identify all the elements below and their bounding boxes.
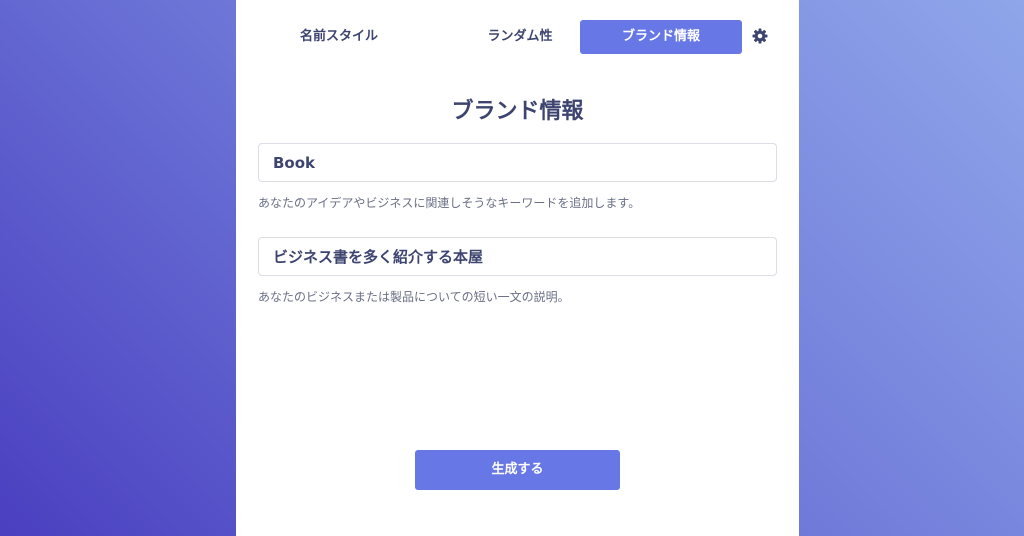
- page-title: ブランド情報: [451, 99, 584, 124]
- tab-brand-info[interactable]: ブランド情報: [580, 20, 742, 54]
- description-input[interactable]: [259, 238, 776, 275]
- description-help-text: あなたのビジネスまたは製品についての短い一文の説明。: [258, 290, 570, 304]
- tab-name-style[interactable]: 名前スタイル: [258, 20, 420, 54]
- keyword-input[interactable]: [259, 144, 776, 181]
- generate-button[interactable]: 生成する: [415, 450, 620, 490]
- gear-icon[interactable]: [752, 28, 768, 44]
- tab-bar: 名前スタイル ランダム性 ブランド情報: [258, 20, 778, 54]
- gear-icon-graphic: [752, 28, 768, 44]
- keyword-field[interactable]: [258, 143, 777, 182]
- tab-randomness[interactable]: ランダム性: [439, 20, 601, 54]
- description-field[interactable]: [258, 237, 777, 276]
- main-panel: 名前スタイル ランダム性 ブランド情報 ブランド情報 あなたのアイデアやビジネス…: [236, 0, 799, 536]
- keyword-help-text: あなたのアイデアやビジネスに関連しそうなキーワードを追加します。: [258, 196, 641, 210]
